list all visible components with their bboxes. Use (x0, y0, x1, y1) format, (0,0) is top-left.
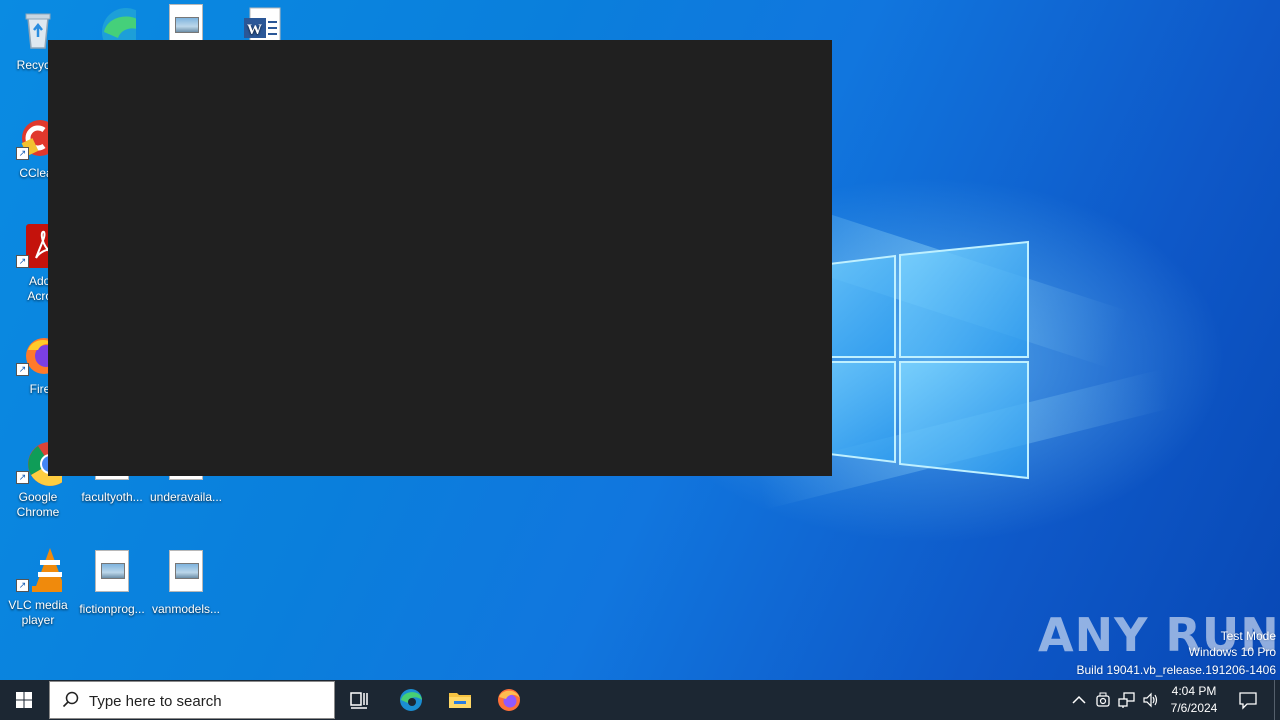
taskbar-file-explorer-button[interactable] (436, 680, 484, 720)
clock[interactable]: 4:04 PM 7/6/2024 (1166, 683, 1222, 717)
blank-dark-window[interactable] (48, 40, 832, 476)
build-text: Build 19041.vb_release.191206-1406 (1076, 663, 1277, 677)
edge-icon (400, 689, 422, 711)
taskbar: Type here to search 4:04 PM 7/6/2024 (0, 680, 1280, 720)
show-desktop-button[interactable] (1274, 680, 1280, 720)
desktop-icon-label: vanmodels... (151, 602, 221, 616)
desktop-icon-label: Google Chrome (16, 490, 60, 519)
desktop-icon-label: underavaila... (149, 490, 223, 504)
shortcut-arrow-icon: ↗ (16, 147, 29, 160)
taskbar-search-box[interactable]: Type here to search (49, 681, 335, 719)
desktop-icon-label: VLC media player (8, 598, 68, 627)
start-button[interactable] (0, 680, 48, 720)
task-view-icon (350, 692, 368, 709)
chevron-up-icon[interactable] (1070, 691, 1088, 709)
folder-icon (449, 693, 471, 708)
test-mode-text: Test Mode (1220, 629, 1276, 643)
taskbar-firefox-button[interactable] (485, 680, 533, 720)
windows-edition-text: Windows 10 Pro (1188, 645, 1276, 659)
svg-text:W: W (247, 22, 262, 38)
shortcut-arrow-icon: ↗ (16, 255, 29, 268)
clock-date: 7/6/2024 (1170, 701, 1218, 715)
shortcut-arrow-icon: ↗ (16, 579, 29, 592)
desktop-icon-fictionprog[interactable]: fictionprog... (74, 546, 150, 617)
search-placeholder: Type here to search (89, 693, 222, 710)
shortcut-arrow-icon: ↗ (16, 471, 29, 484)
shortcut-arrow-icon: ↗ (16, 363, 29, 376)
os-watermark: Test Mode Windows 10 Pro Build 19041.vb_… (1077, 628, 1277, 678)
notification-center-icon[interactable] (1238, 690, 1258, 710)
desktop-icon-label: facultyoth... (81, 490, 143, 504)
vlc-icon: ↗ (14, 546, 68, 594)
firefox-icon (498, 689, 520, 711)
volume-icon[interactable] (1142, 691, 1160, 709)
clock-time: 4:04 PM (1171, 684, 1217, 698)
task-view-button[interactable] (336, 680, 384, 720)
desktop-icon-vlc[interactable]: ↗ VLC media player (0, 546, 76, 628)
taskbar-edge-button[interactable] (387, 680, 435, 720)
search-icon (62, 691, 79, 708)
desktop-icon-label: fictionprog... (79, 602, 145, 616)
desktop-icon-vanmodels[interactable]: vanmodels... (148, 546, 224, 617)
image-file-icon (88, 550, 136, 598)
network-icon[interactable] (1118, 691, 1136, 709)
windows-start-icon (16, 692, 32, 708)
desktop: Recycle ↗ CClear ↗ Adob Acrob ↗ Firefo ↗… (0, 0, 1280, 680)
image-file-icon (162, 550, 210, 598)
meet-now-icon[interactable] (1094, 691, 1112, 709)
